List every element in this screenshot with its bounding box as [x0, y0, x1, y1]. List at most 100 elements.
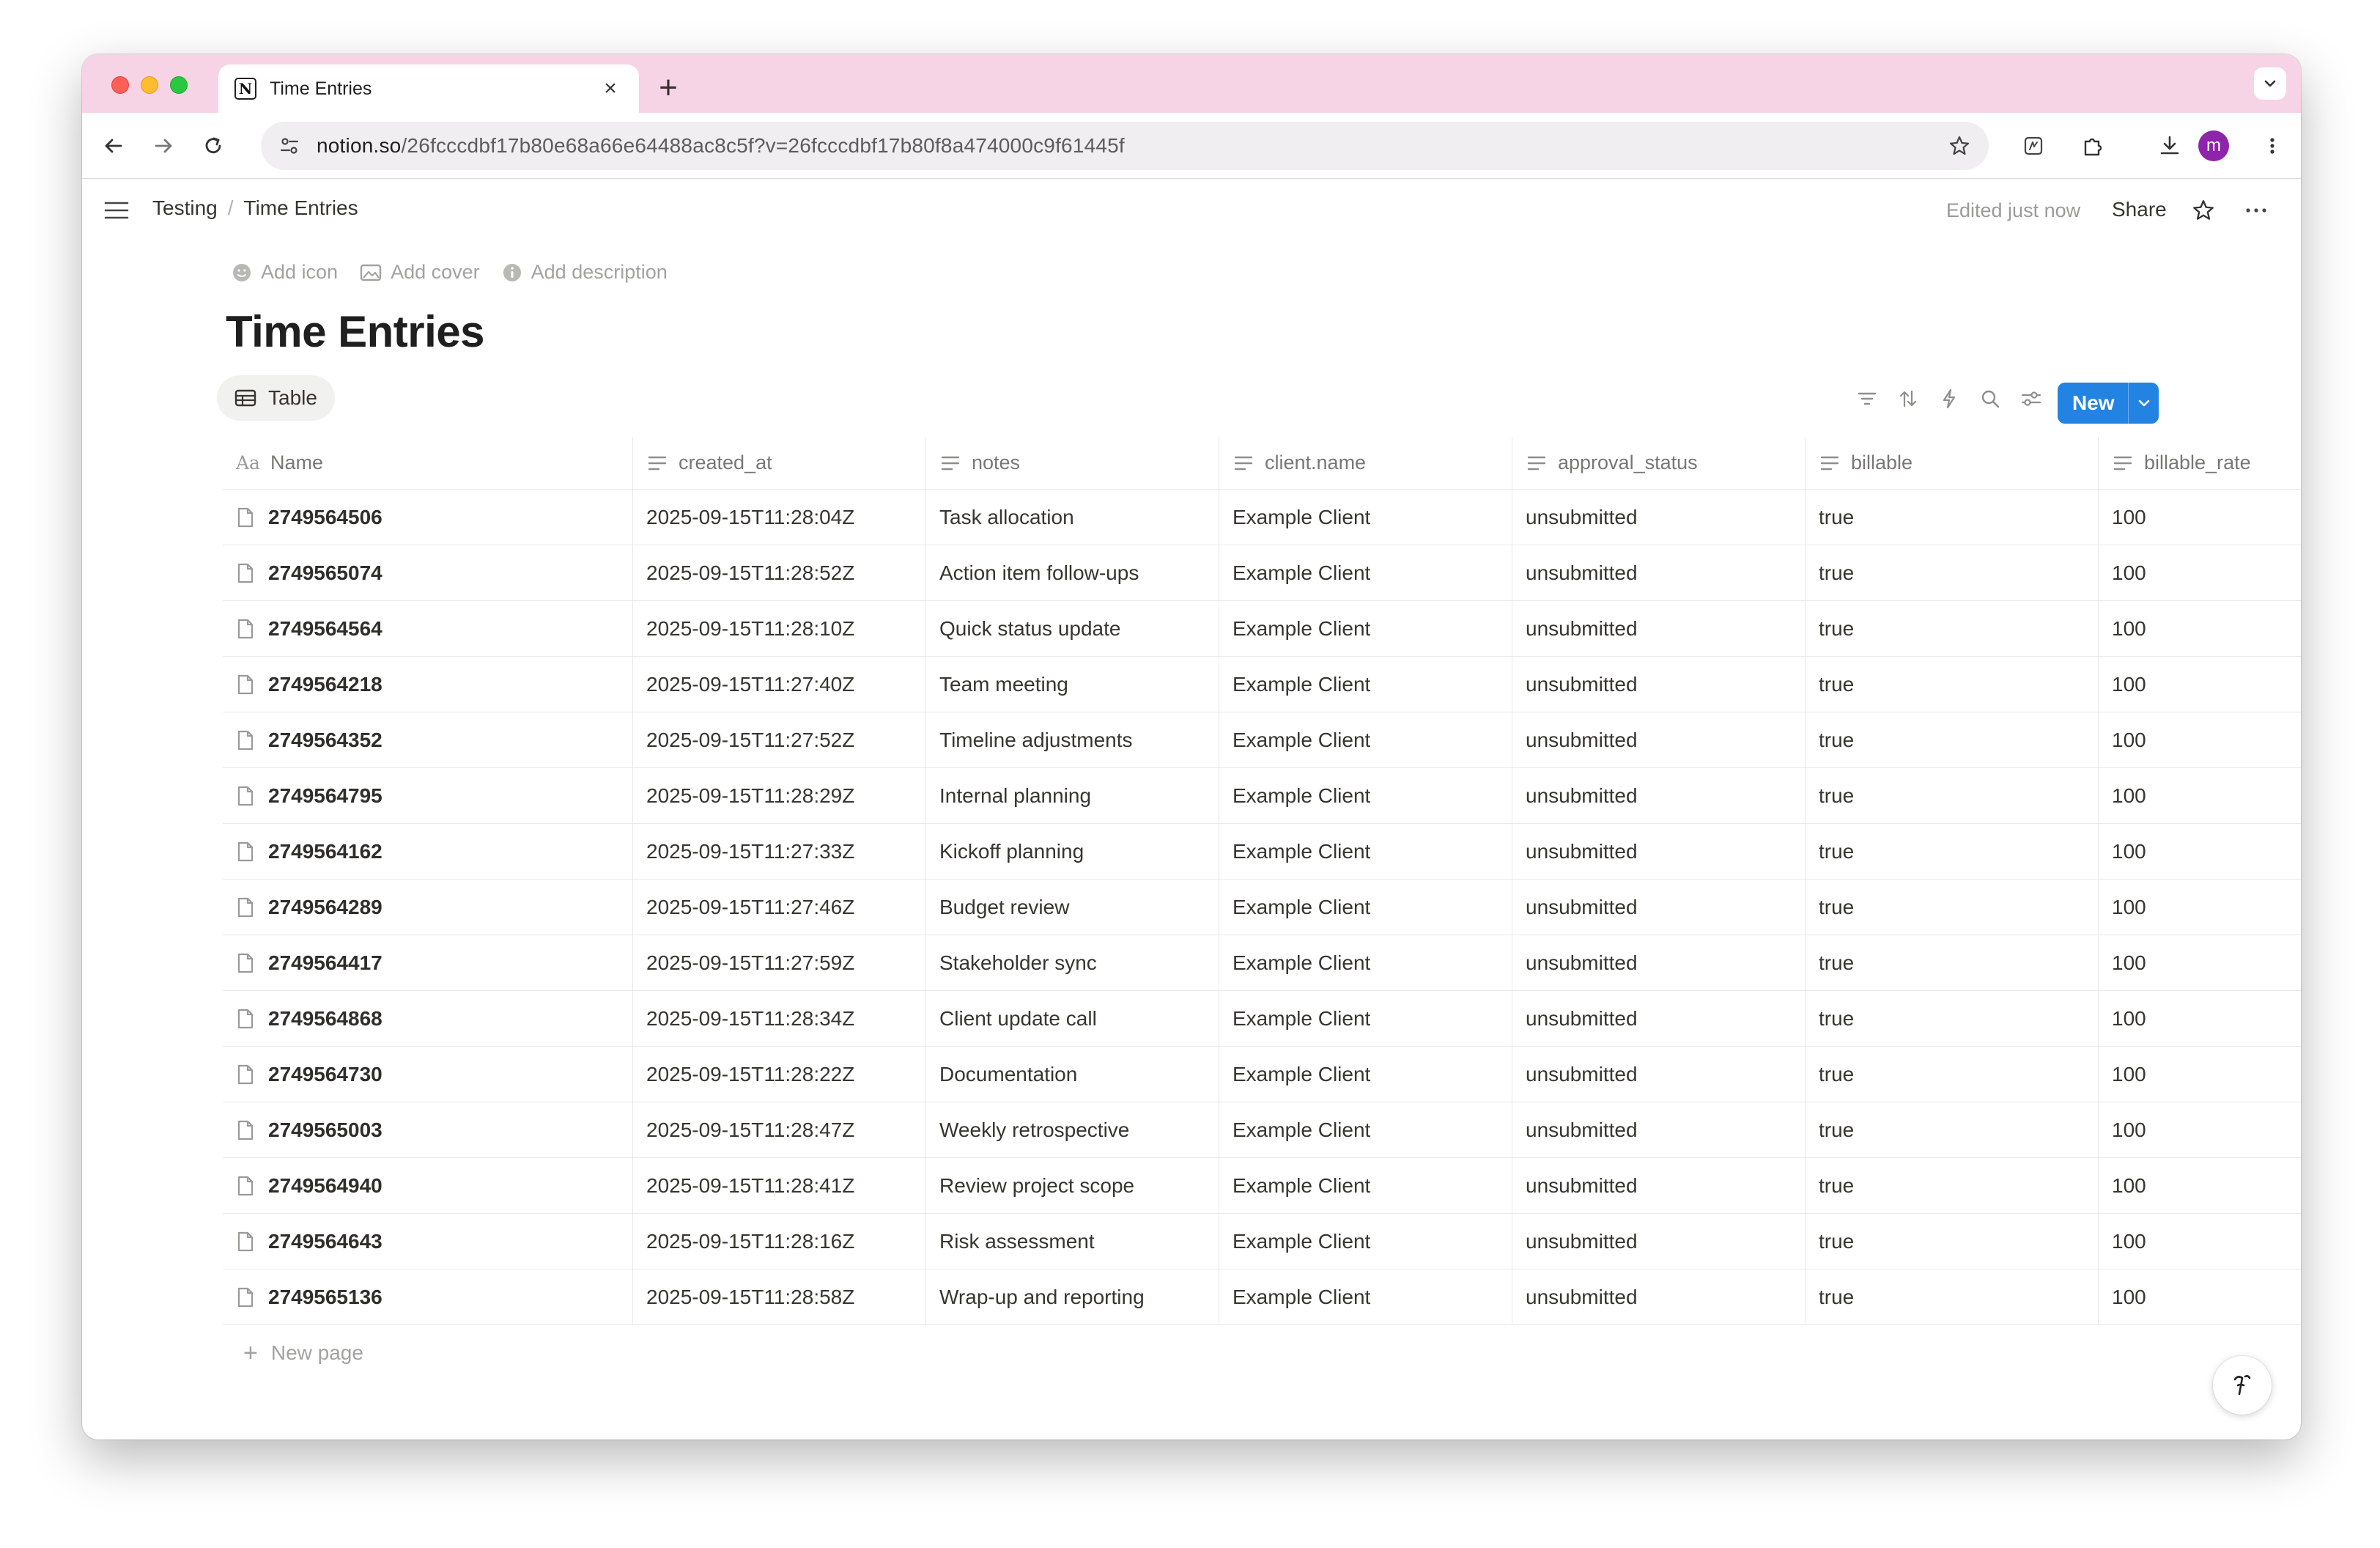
table-row[interactable]: 2749564730 2025-09-15T11:28:22Z Documentat… [223, 1047, 2301, 1102]
tab-close-icon[interactable]: × [598, 76, 623, 101]
cell-approval-status[interactable]: unsubmitted [1512, 490, 1806, 545]
cell-approval-status[interactable]: unsubmitted [1512, 545, 1806, 600]
cell-billable[interactable]: true [1806, 1102, 2099, 1157]
cell-billable-rate[interactable]: 100 [2099, 1158, 2301, 1213]
cell-notes[interactable]: Team meeting [926, 657, 1219, 712]
close-window-button[interactable] [111, 76, 129, 94]
cell-client-name[interactable]: Example Client [1219, 768, 1512, 823]
cell-notes[interactable]: Risk assessment [926, 1214, 1219, 1269]
table-row[interactable]: 2749564417 2025-09-15T11:27:59Z Stakeholde… [223, 935, 2301, 991]
cell-billable[interactable]: true [1806, 657, 2099, 712]
cell-billable[interactable]: true [1806, 490, 2099, 545]
cell-client-name[interactable]: Example Client [1219, 935, 1512, 990]
column-header-name[interactable]: Aa Name [223, 437, 633, 489]
site-settings-icon[interactable] [278, 135, 300, 157]
cell-notes[interactable]: Action item follow-ups [926, 545, 1219, 600]
cell-billable[interactable]: true [1806, 880, 2099, 935]
cell-created-at[interactable]: 2025-09-15T11:27:40Z [633, 657, 926, 712]
cell-approval-status[interactable]: unsubmitted [1512, 657, 1806, 712]
cell-name[interactable]: 2749564643 [223, 1214, 633, 1269]
table-row[interactable]: 2749565136 2025-09-15T11:28:58Z Wrap-up an… [223, 1269, 2301, 1325]
maximize-window-button[interactable] [170, 76, 188, 94]
address-bar[interactable]: notion.so/26fcccdbf17b80e68a66e64488ac8c… [261, 122, 1989, 170]
back-button[interactable] [97, 129, 130, 163]
cell-notes[interactable]: Kickoff planning [926, 824, 1219, 879]
cell-client-name[interactable]: Example Client [1219, 1214, 1512, 1269]
cell-notes[interactable]: Internal planning [926, 768, 1219, 823]
table-row[interactable]: 2749564162 2025-09-15T11:27:33Z Kickoff pl… [223, 824, 2301, 880]
cell-name[interactable]: 2749564730 [223, 1047, 633, 1102]
cell-client-name[interactable]: Example Client [1219, 712, 1512, 767]
cell-approval-status[interactable]: unsubmitted [1512, 935, 1806, 990]
cell-billable[interactable]: true [1806, 545, 2099, 600]
minimize-window-button[interactable] [141, 76, 158, 94]
new-page-button[interactable]: + New page [223, 1325, 2301, 1381]
cell-created-at[interactable]: 2025-09-15T11:27:33Z [633, 824, 926, 879]
cell-created-at[interactable]: 2025-09-15T11:28:58Z [633, 1269, 926, 1324]
page-more-button[interactable] [2239, 194, 2273, 227]
view-tab-table[interactable]: Table [217, 375, 335, 421]
cell-client-name[interactable]: Example Client [1219, 1158, 1512, 1213]
reload-button[interactable] [196, 129, 230, 163]
cell-billable-rate[interactable]: 100 [2099, 657, 2301, 712]
cell-name[interactable]: 2749564352 [223, 712, 633, 767]
cell-notes[interactable]: Stakeholder sync [926, 935, 1219, 990]
cell-created-at[interactable]: 2025-09-15T11:28:47Z [633, 1102, 926, 1157]
cell-name[interactable]: 2749564162 [223, 824, 633, 879]
cell-billable[interactable]: true [1806, 1214, 2099, 1269]
table-row[interactable]: 2749565074 2025-09-15T11:28:52Z Action ite… [223, 545, 2301, 601]
cell-approval-status[interactable]: unsubmitted [1512, 1214, 1806, 1269]
cell-notes[interactable]: Task allocation [926, 490, 1219, 545]
cell-notes[interactable]: Weekly retrospective [926, 1102, 1219, 1157]
browser-menu-button[interactable] [2255, 129, 2289, 163]
cell-notes[interactable]: Quick status update [926, 601, 1219, 656]
tab-search-button[interactable] [2254, 67, 2286, 100]
view-settings-button[interactable] [2011, 383, 2052, 415]
cell-billable-rate[interactable]: 100 [2099, 880, 2301, 935]
cell-created-at[interactable]: 2025-09-15T11:28:22Z [633, 1047, 926, 1102]
cell-approval-status[interactable]: unsubmitted [1512, 601, 1806, 656]
cell-notes[interactable]: Wrap-up and reporting [926, 1269, 1219, 1324]
cell-approval-status[interactable]: unsubmitted [1512, 880, 1806, 935]
table-row[interactable]: 2749564218 2025-09-15T11:27:40Z Team meeti… [223, 657, 2301, 712]
cell-billable-rate[interactable]: 100 [2099, 768, 2301, 823]
cell-name[interactable]: 2749564289 [223, 880, 633, 935]
cell-billable[interactable]: true [1806, 601, 2099, 656]
url-text[interactable]: notion.so/26fcccdbf17b80e68a66e64488ac8c… [317, 134, 1948, 158]
cell-client-name[interactable]: Example Client [1219, 880, 1512, 935]
extension-button[interactable] [2017, 129, 2050, 163]
cell-notes[interactable]: Budget review [926, 880, 1219, 935]
cell-created-at[interactable]: 2025-09-15T11:28:16Z [633, 1214, 926, 1269]
cell-name[interactable]: 2749564218 [223, 657, 633, 712]
cell-name[interactable]: 2749564417 [223, 935, 633, 990]
downloads-button[interactable] [2153, 129, 2187, 163]
cell-approval-status[interactable]: unsubmitted [1512, 824, 1806, 879]
page-title[interactable]: Time Entries [226, 306, 485, 357]
cell-billable[interactable]: true [1806, 1158, 2099, 1213]
cell-client-name[interactable]: Example Client [1219, 1047, 1512, 1102]
cell-created-at[interactable]: 2025-09-15T11:27:52Z [633, 712, 926, 767]
cell-notes[interactable]: Documentation [926, 1047, 1219, 1102]
table-row[interactable]: 2749564643 2025-09-15T11:28:16Z Risk asses… [223, 1214, 2301, 1269]
cell-billable-rate[interactable]: 100 [2099, 1269, 2301, 1324]
cell-billable-rate[interactable]: 100 [2099, 935, 2301, 990]
table-row[interactable]: 2749564940 2025-09-15T11:28:41Z Review pro… [223, 1158, 2301, 1214]
search-button[interactable] [1970, 383, 2011, 415]
cell-client-name[interactable]: Example Client [1219, 490, 1512, 545]
add-description-button[interactable]: Add description [502, 261, 668, 284]
cell-created-at[interactable]: 2025-09-15T11:28:52Z [633, 545, 926, 600]
table-row[interactable]: 2749565003 2025-09-15T11:28:47Z Weekly ret… [223, 1102, 2301, 1158]
sidebar-toggle-button[interactable] [100, 194, 133, 227]
extensions-menu-button[interactable] [2077, 129, 2110, 163]
cell-name[interactable]: 2749565074 [223, 545, 633, 600]
cell-notes[interactable]: Timeline adjustments [926, 712, 1219, 767]
cell-billable-rate[interactable]: 100 [2099, 1102, 2301, 1157]
cell-name[interactable]: 2749564795 [223, 768, 633, 823]
table-row[interactable]: 2749564868 2025-09-15T11:28:34Z Client upd… [223, 991, 2301, 1047]
cell-client-name[interactable]: Example Client [1219, 824, 1512, 879]
cell-name[interactable]: 2749564940 [223, 1158, 633, 1213]
cell-billable-rate[interactable]: 100 [2099, 601, 2301, 656]
cell-created-at[interactable]: 2025-09-15T11:28:29Z [633, 768, 926, 823]
table-row[interactable]: 2749564795 2025-09-15T11:28:29Z Internal p… [223, 768, 2301, 824]
cell-approval-status[interactable]: unsubmitted [1512, 712, 1806, 767]
